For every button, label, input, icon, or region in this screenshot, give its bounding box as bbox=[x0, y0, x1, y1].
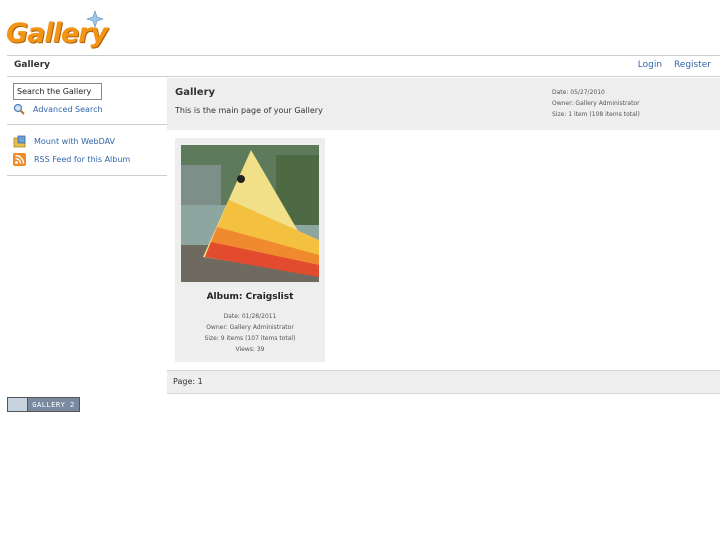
search-input[interactable] bbox=[13, 83, 102, 100]
rss-feed-link[interactable]: RSS Feed for this Album bbox=[13, 153, 130, 166]
register-link[interactable]: Register bbox=[674, 60, 711, 70]
item-title[interactable]: Album: Craigslist bbox=[175, 292, 325, 302]
header-bar: Gallery Login Register bbox=[7, 55, 720, 77]
album-title: Gallery bbox=[175, 87, 216, 98]
item-views: Views: 39 bbox=[235, 346, 265, 353]
gallery-logo[interactable]: Gallery bbox=[6, 10, 108, 54]
webdav-folder-icon bbox=[13, 135, 26, 148]
item-owner: Owner: Gallery Administrator bbox=[206, 324, 294, 331]
album-description: This is the main page of your Gallery bbox=[175, 106, 323, 115]
album-date: Date: 05/27/2010 bbox=[552, 89, 605, 96]
album-header: Gallery This is the main page of your Ga… bbox=[167, 78, 720, 130]
album-meta: Date: 05/27/2010 Owner: Gallery Administ… bbox=[552, 87, 640, 120]
gallery2-badge[interactable]: GALLERY 2 bbox=[7, 397, 80, 412]
sidebar-divider-bottom bbox=[7, 175, 167, 176]
gallery2-badge-text: GALLERY 2 bbox=[32, 400, 75, 409]
advanced-search-link[interactable]: Advanced Search bbox=[13, 103, 103, 115]
breadcrumb[interactable]: Gallery bbox=[14, 60, 50, 70]
album-size: Size: 1 item (108 items total) bbox=[552, 111, 640, 118]
mount-webdav-link[interactable]: Mount with WebDAV bbox=[13, 135, 115, 148]
pager-current-page: 1 bbox=[197, 377, 203, 386]
album-item-card: Album: Craigslist Date: 01/28/2011 Owner… bbox=[175, 138, 325, 362]
sparkle-icon bbox=[86, 10, 104, 28]
gallery2-logo-icon bbox=[8, 398, 28, 411]
advanced-search-label: Advanced Search bbox=[33, 104, 103, 114]
pager-label: Page: bbox=[173, 377, 196, 386]
item-meta: Date: 01/28/2011 Owner: Gallery Administ… bbox=[175, 311, 325, 355]
rss-feed-label: RSS Feed for this Album bbox=[34, 155, 131, 164]
item-size: Size: 9 items (107 items total) bbox=[204, 335, 296, 342]
sidebar-divider bbox=[7, 124, 167, 125]
login-link[interactable]: Login bbox=[638, 60, 662, 70]
rss-icon bbox=[13, 153, 26, 166]
magnifier-icon bbox=[13, 103, 25, 115]
gallery-page: Gallery Gallery Login Register Advanced … bbox=[0, 0, 727, 545]
album-thumbnail[interactable] bbox=[181, 145, 319, 282]
pager-text: Page: 1 bbox=[173, 377, 203, 386]
header-links: Login Register bbox=[629, 60, 711, 70]
sidebar: Advanced Search Mount with WebDAV RSS Fe… bbox=[7, 78, 167, 178]
album-owner: Owner: Gallery Administrator bbox=[552, 100, 640, 107]
item-date: Date: 01/28/2011 bbox=[223, 313, 277, 320]
pager: Page: 1 bbox=[167, 370, 720, 394]
mount-webdav-label: Mount with WebDAV bbox=[34, 137, 116, 146]
